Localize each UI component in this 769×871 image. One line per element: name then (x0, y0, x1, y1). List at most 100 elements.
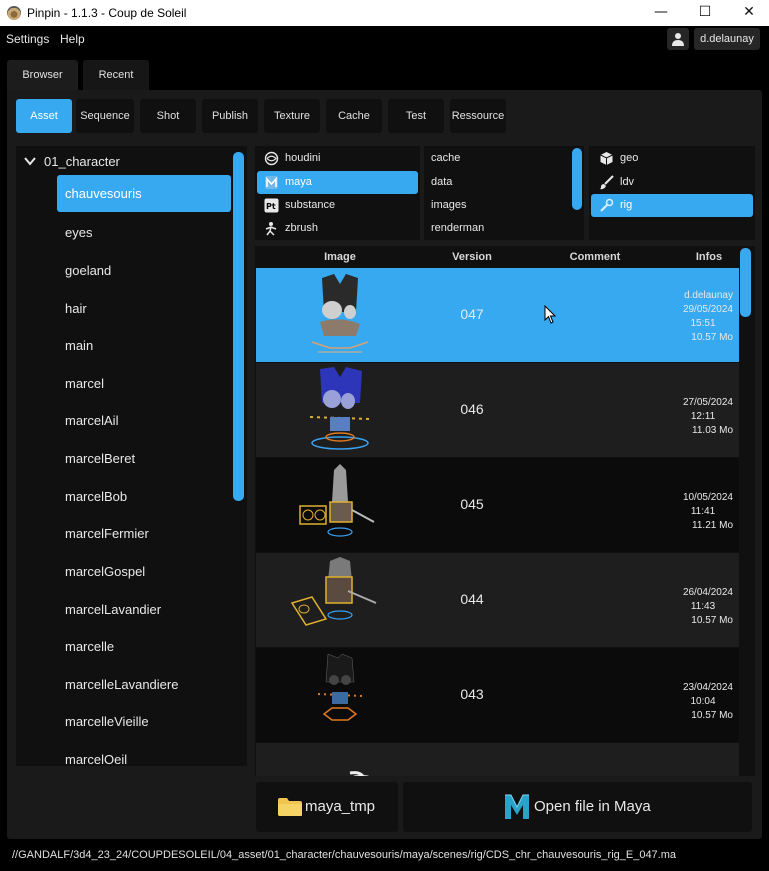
minimize-button[interactable]: — (638, 0, 684, 26)
tree-item[interactable]: hair (57, 290, 231, 327)
version-infos: d.delaunay 29/05/2024 15:51 10.57 Mo (613, 289, 733, 345)
software-label: zbrush (285, 222, 319, 234)
version-infos: 26/04/2024 11:43 10.57 Mo (613, 586, 733, 628)
maximize-button[interactable]: ☐ (682, 0, 728, 26)
open-in-maya-label: Open file in Maya (534, 798, 651, 815)
software-label: houdini (285, 152, 321, 164)
software-list[interactable]: houdini maya Pt substance zbrush (255, 146, 420, 240)
open-in-maya-button[interactable]: Open file in Maya (403, 782, 752, 832)
software-item-zbrush[interactable]: zbrush (257, 217, 418, 240)
column-header-image[interactable]: Image (300, 246, 380, 268)
info-date: 23/04/2024 (682, 682, 733, 693)
tab-recent[interactable]: Recent (83, 60, 149, 92)
maya-icon (265, 176, 278, 189)
info-date: 10/05/2024 (682, 492, 733, 503)
step-item-rig[interactable]: rig (591, 194, 753, 217)
software-label: maya (285, 176, 312, 188)
tree-item[interactable]: marcelBeret (57, 440, 231, 477)
table-row[interactable]: 045 10/05/2024 11:41 11.21 Mo (256, 458, 739, 552)
folder-item[interactable]: cache (431, 147, 460, 170)
info-time: 10:04 (690, 696, 716, 707)
menu-bar: Settings Help (0, 27, 769, 51)
folder-item[interactable]: images (431, 194, 466, 217)
tree-item[interactable]: goeland (57, 252, 231, 289)
step-item-ldv[interactable]: ldv (591, 171, 753, 194)
table-row[interactable]: 046 27/05/2024 12:11 11.03 Mo (256, 363, 739, 457)
table-row[interactable]: 047 d.delaunay 29/05/2024 15:51 10.57 Mo (256, 268, 739, 362)
chevron-down-icon[interactable] (24, 155, 36, 167)
tree-item[interactable]: marcelLavandier (57, 591, 231, 628)
folder-item[interactable]: renderman (431, 217, 484, 240)
step-label: ldv (620, 176, 635, 188)
category-test[interactable]: Test (388, 99, 444, 133)
folder-item[interactable]: data (431, 171, 452, 194)
category-asset[interactable]: Asset (16, 99, 72, 133)
software-item-houdini[interactable]: houdini (257, 147, 418, 170)
tree-group-label: 01_character (44, 154, 120, 169)
asset-tree[interactable]: 01_character chauvesouris eyes goeland h… (16, 146, 247, 766)
version-number: 045 (460, 496, 484, 512)
user-name-button[interactable]: d.delaunay (694, 28, 760, 50)
version-thumbnail (349, 771, 370, 776)
tree-item[interactable]: marcelleVieille (57, 703, 231, 740)
column-header-infos[interactable]: Infos (669, 246, 749, 268)
table-row[interactable]: 044 26/04/2024 11:43 10.57 Mo (256, 553, 739, 647)
tree-item[interactable]: marcelAil (57, 402, 231, 439)
column-header-comment[interactable]: Comment (555, 246, 635, 268)
substance-icon: Pt (264, 198, 279, 213)
info-size: 10.57 Mo (691, 332, 733, 343)
info-size: 11.21 Mo (692, 520, 733, 531)
category-texture[interactable]: Texture (264, 99, 320, 133)
software-item-maya[interactable]: maya (257, 171, 418, 194)
menu-settings[interactable]: Settings (6, 32, 49, 46)
info-size: 10.57 Mo (691, 710, 733, 721)
tree-item[interactable]: main (57, 327, 231, 364)
table-scrollbar[interactable] (740, 248, 751, 317)
info-size: 10.57 Mo (691, 615, 733, 626)
category-ressource[interactable]: Ressource (450, 99, 506, 133)
version-infos: 23/04/2024 10:04 10.57 Mo (613, 681, 733, 723)
tree-item[interactable]: marcelBob (57, 478, 231, 515)
tree-item[interactable]: marcel (57, 365, 231, 402)
tree-item[interactable]: marcelleLavandiere (57, 666, 231, 703)
folder-scrollbar[interactable] (572, 148, 582, 210)
folder-list[interactable]: cache data images renderman (424, 146, 584, 240)
tree-scrollbar[interactable] (233, 152, 244, 501)
tree-item[interactable]: marcelOeil (57, 741, 231, 766)
tree-item[interactable]: marcelle (57, 628, 231, 665)
tree-group-01-character[interactable]: 01_character (24, 154, 120, 174)
version-infos: 10/05/2024 11:41 11.21 Mo (613, 491, 733, 533)
maya-icon (505, 794, 529, 819)
column-header-version[interactable]: Version (432, 246, 512, 268)
step-label: geo (620, 152, 639, 164)
tree-item[interactable]: marcelFermier (57, 515, 231, 552)
version-infos: 27/05/2024 12:11 11.03 Mo (613, 396, 733, 438)
svg-text:Pt: Pt (266, 202, 276, 211)
version-number: 044 (460, 591, 484, 607)
category-shot[interactable]: Shot (140, 99, 196, 133)
tab-browser[interactable]: Browser (7, 60, 78, 92)
user-icon[interactable] (667, 28, 689, 50)
info-date: 27/05/2024 (682, 397, 733, 408)
versions-table[interactable]: Image Version Comment Infos 047 d.delaun… (255, 246, 755, 776)
title-bar: Pinpin - 1.1.3 - Coup de Soleil — ☐ ✕ (0, 0, 769, 26)
software-item-substance[interactable]: Pt substance (257, 194, 418, 217)
tree-item[interactable]: eyes (57, 214, 231, 251)
category-sequence[interactable]: Sequence (76, 99, 134, 133)
info-size: 11.03 Mo (692, 425, 733, 436)
tree-item[interactable]: marcelGospel (57, 553, 231, 590)
table-row[interactable]: 043 23/04/2024 10:04 10.57 Mo (256, 648, 739, 742)
houdini-icon (264, 151, 279, 166)
file-path-status: //GANDALF/3d4_23_24/COUPDESOLEIL/04_asse… (12, 849, 677, 861)
step-list[interactable]: geo ldv rig (589, 146, 755, 240)
maya-tmp-button[interactable]: maya_tmp (256, 782, 398, 832)
tree-item[interactable]: chauvesouris (57, 175, 231, 212)
menu-help[interactable]: Help (60, 32, 85, 46)
close-button[interactable]: ✕ (726, 0, 769, 26)
table-row[interactable] (256, 743, 739, 776)
version-thumbnail (309, 367, 371, 450)
step-item-geo[interactable]: geo (591, 147, 753, 170)
category-cache[interactable]: Cache (326, 99, 382, 133)
version-thumbnail (290, 557, 377, 626)
category-publish[interactable]: Publish (202, 99, 258, 133)
